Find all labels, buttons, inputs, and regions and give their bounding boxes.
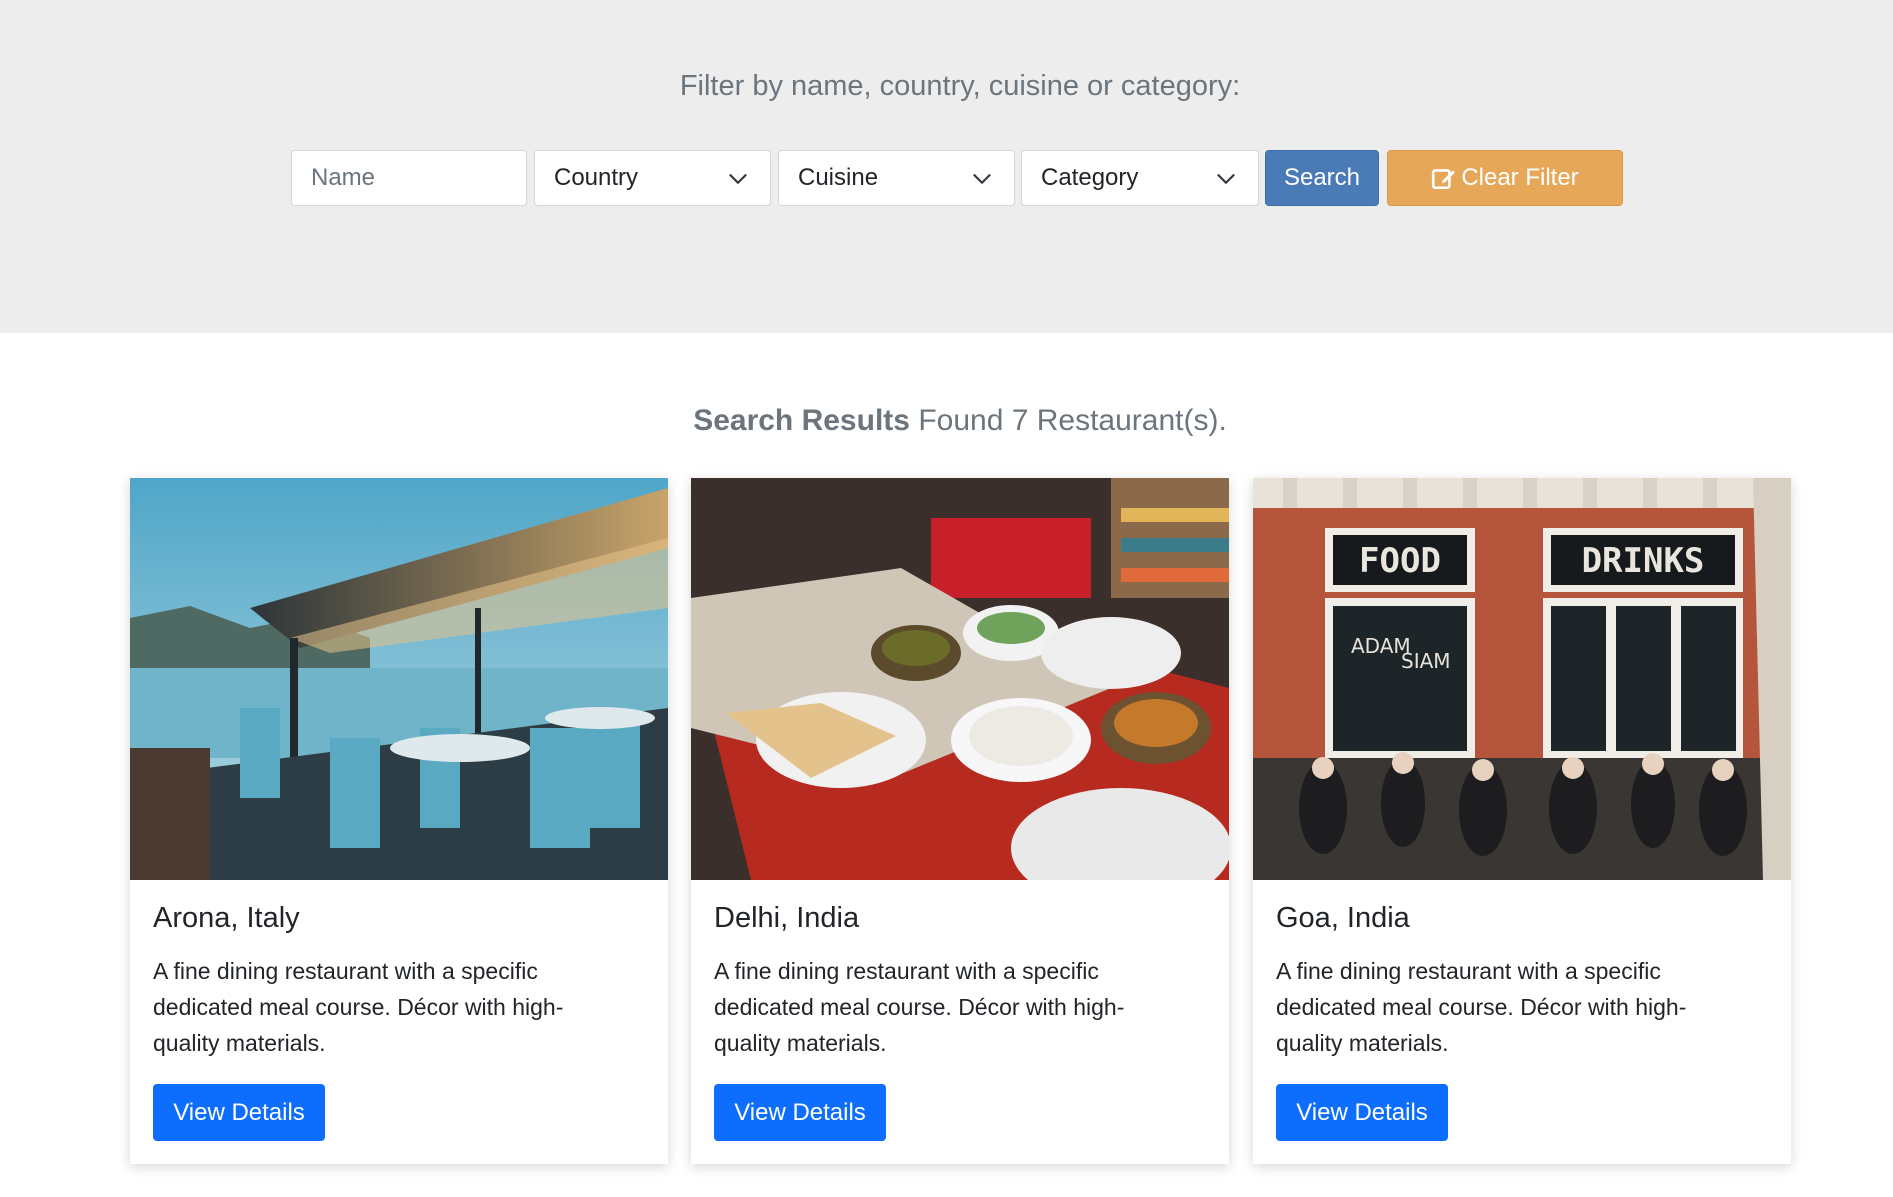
card-description: A fine dining restaurant with a specific… (714, 958, 1125, 1056)
card-title: Delhi, India (714, 902, 860, 934)
cuisine-select[interactable]: Cuisine (778, 150, 1015, 206)
chevron-down-icon (729, 174, 747, 184)
photo-sign-siam: SIAM (1401, 649, 1451, 673)
clear-filter-button[interactable]: Clear Filter (1387, 150, 1623, 206)
cuisine-select-value: Cuisine (798, 164, 879, 191)
card-description: A fine dining restaurant with a specific… (1276, 958, 1687, 1056)
country-select-value: Country (554, 164, 639, 191)
view-details-button[interactable]: View Details (1276, 1084, 1448, 1141)
chevron-down-icon (1217, 174, 1235, 184)
results-count: Found 7 Restaurant(s). (918, 404, 1227, 437)
restaurant-image (691, 478, 1229, 880)
restaurant-image: FOOD DRINKS ADAM SIAM (1253, 478, 1791, 880)
filter-title: Filter by name, country, cuisine or cate… (679, 70, 1241, 102)
category-select-value: Category (1041, 164, 1139, 191)
view-details-label: View Details (734, 1098, 866, 1126)
view-details-label: View Details (1296, 1098, 1428, 1126)
edit-icon (1432, 169, 1456, 190)
category-select[interactable]: Category (1021, 150, 1259, 206)
clear-filter-label: Clear Filter (1461, 164, 1579, 191)
photo-sign-drinks: DRINKS (1582, 541, 1705, 581)
search-button[interactable]: Search (1265, 150, 1379, 206)
restaurant-card: Arona, Italy A fine dining restaurant wi… (130, 478, 668, 1164)
view-details-button[interactable]: View Details (714, 1084, 886, 1141)
results-heading: Search Results Found 7 Restaurant(s). (0, 404, 1893, 438)
view-details-label: View Details (173, 1098, 305, 1126)
filter-section: Filter by name, country, cuisine or cate… (0, 0, 1893, 333)
restaurant-card: FOOD DRINKS ADAM SIAM Goa, India A fine … (1253, 478, 1791, 1164)
name-input-placeholder: Name (311, 164, 376, 191)
card-description: A fine dining restaurant with a specific… (153, 958, 564, 1056)
card-title: Arona, Italy (153, 902, 300, 934)
chevron-down-icon (973, 174, 991, 184)
name-input[interactable]: Name (291, 150, 527, 206)
country-select[interactable]: Country (534, 150, 771, 206)
photo-sign-food: FOOD (1359, 541, 1441, 581)
card-title: Goa, India (1276, 902, 1410, 934)
restaurant-image (130, 478, 668, 880)
search-button-label: Search (1283, 164, 1361, 191)
results-heading-bold: Search Results (693, 404, 910, 437)
view-details-button[interactable]: View Details (153, 1084, 325, 1141)
restaurant-card: Delhi, India A fine dining restaurant wi… (691, 478, 1229, 1164)
